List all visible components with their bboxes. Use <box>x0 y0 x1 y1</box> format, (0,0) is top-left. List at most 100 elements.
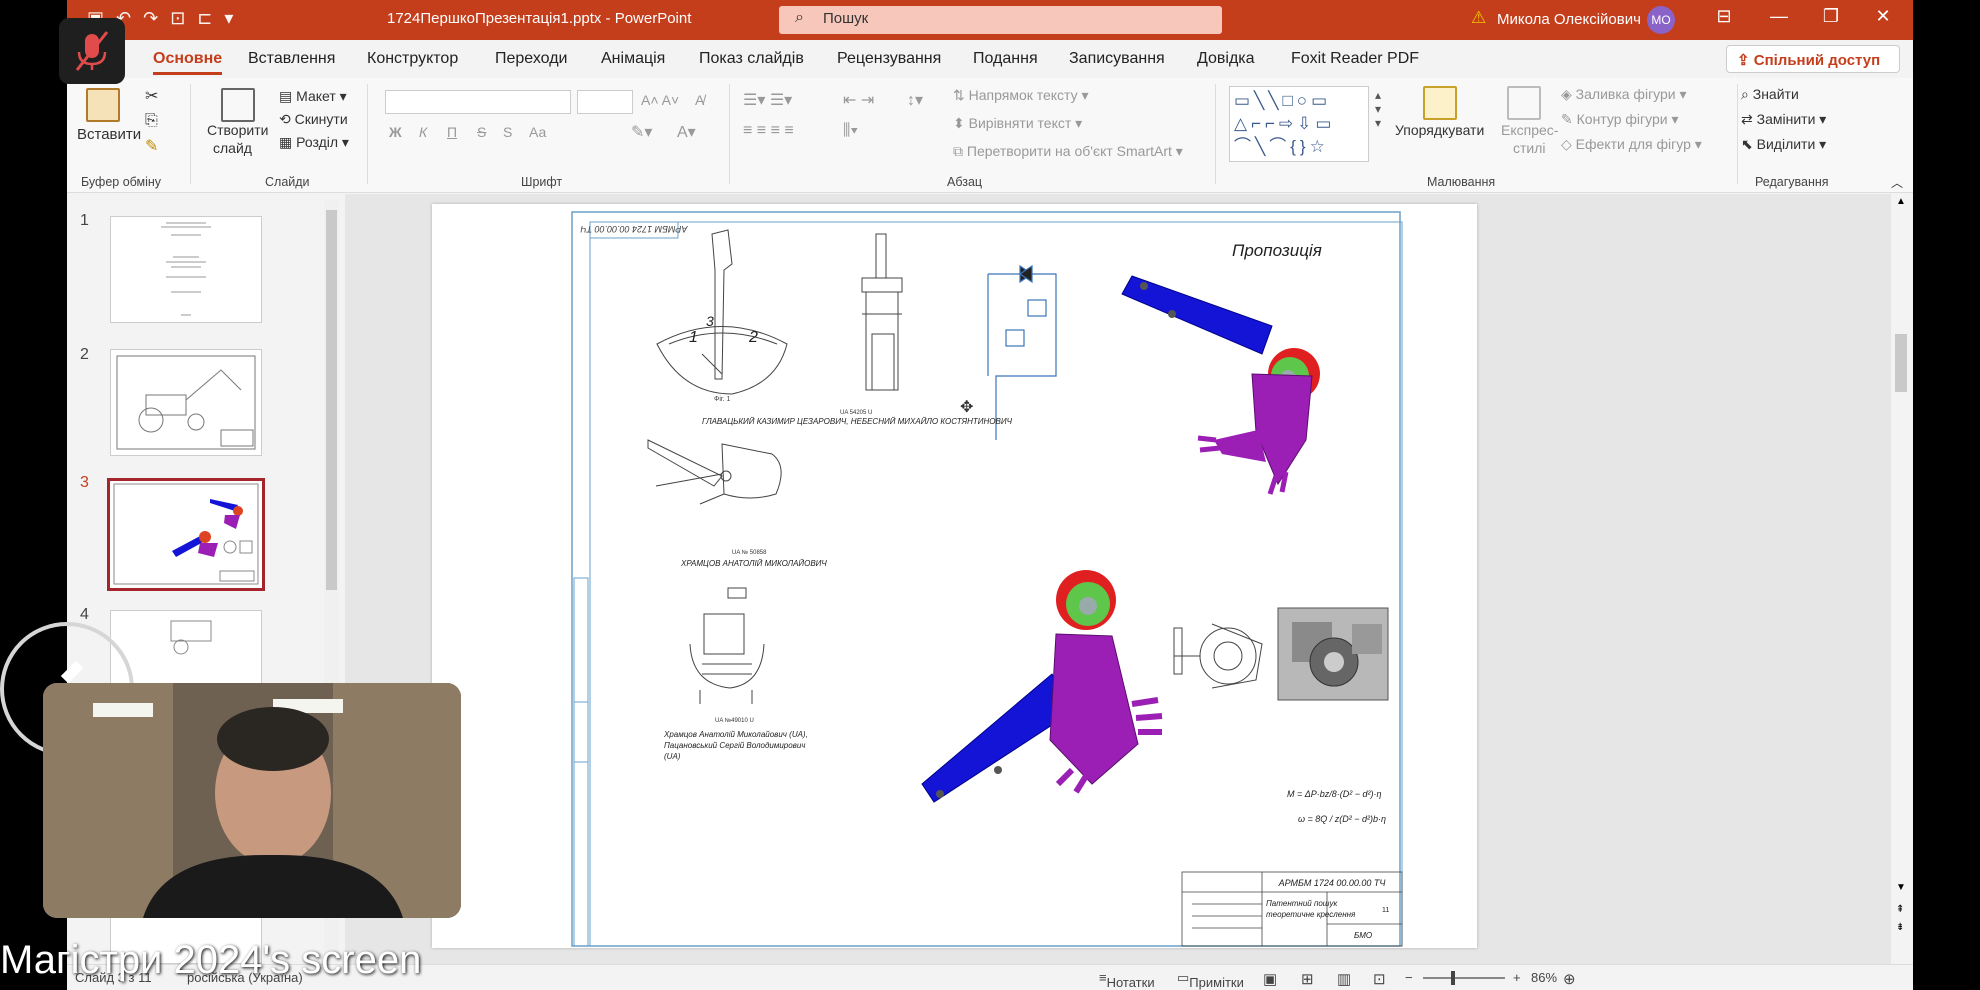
bold-button[interactable]: Ж <box>389 124 402 140</box>
bullets-icon[interactable]: ☰▾ ☰▾ <box>743 90 792 110</box>
fit-to-window-icon[interactable]: ⊕ <box>1563 970 1576 988</box>
tab-view[interactable]: Подання <box>973 50 1038 68</box>
quick-styles-line1[interactable]: Експрес- <box>1501 122 1558 138</box>
smartart-button[interactable]: ⧉ Перетворити на об'єкт SmartArt ▾ <box>953 143 1183 160</box>
shadow-icon[interactable]: S <box>503 124 512 140</box>
warning-icon[interactable]: ⚠ <box>1471 8 1486 28</box>
line-spacing-icon[interactable]: ↕▾ <box>907 90 923 110</box>
open-folder-icon[interactable]: ⊏ <box>197 8 212 29</box>
tab-foxit[interactable]: Foxit Reader PDF <box>1291 50 1419 68</box>
redo-icon[interactable]: ↷ <box>143 8 158 29</box>
align-icon[interactable]: ≡ ≡ ≡ ≡ <box>743 122 794 140</box>
change-case-button[interactable]: Аа <box>529 124 546 140</box>
shapes-scroll-icon[interactable]: ▴ ▾ ▾ <box>1375 88 1381 130</box>
next-slide-icon[interactable]: ⇟ <box>1896 922 1904 933</box>
align-text-button[interactable]: ⬍ Вирівняти текст ▾ <box>953 115 1082 132</box>
copy-icon[interactable]: ⎘ <box>145 112 158 130</box>
titleblock-org: БМО <box>1354 931 1372 940</box>
section-button[interactable]: ▦ Розділ ▾ <box>279 134 349 151</box>
tab-insert[interactable]: Вставлення <box>248 50 335 68</box>
participant-video[interactable] <box>43 683 461 918</box>
comments-button[interactable]: ▭ Примітки <box>1177 970 1244 990</box>
scroll-down-icon[interactable]: ▼ <box>1896 882 1906 893</box>
shape-effects-label: Ефекти для фігур <box>1575 136 1691 152</box>
font-name-input[interactable] <box>385 90 571 114</box>
patent3-number: UA №49010 U <box>715 717 754 724</box>
font-color-icon[interactable]: A▾ <box>677 122 696 142</box>
underline-button[interactable]: П <box>447 124 457 140</box>
text-direction-button[interactable]: ⇅ Напрямок тексту ▾ <box>953 87 1089 104</box>
italic-button[interactable]: К <box>419 124 427 140</box>
thumbnail-number: 3 <box>80 474 89 491</box>
notes-button[interactable]: ≡ Нотатки <box>1099 970 1155 990</box>
cut-icon[interactable]: ✂ <box>145 86 158 106</box>
zoom-slider[interactable] <box>1423 977 1505 979</box>
editor-scrollbar[interactable]: ▲ ▼ ⇞ ⇟ <box>1892 194 1910 964</box>
search-box[interactable]: ⌕ Пошук <box>779 6 1222 34</box>
zoom-in-icon[interactable]: + <box>1513 970 1521 985</box>
user-name[interactable]: Микола Олексійович <box>1497 11 1641 28</box>
tab-review[interactable]: Рецензування <box>837 50 941 68</box>
layout-button[interactable]: ▤ Макет ▾ <box>279 88 347 105</box>
divider <box>1737 84 1738 184</box>
strikethrough-button[interactable]: S <box>477 124 486 140</box>
microphone-muted-button[interactable] <box>59 18 125 84</box>
slide-sorter-icon[interactable]: ⊞ <box>1301 970 1314 988</box>
format-painter-icon[interactable]: ✎ <box>145 136 158 156</box>
layout-icon: ▤ <box>279 88 293 104</box>
shape-outline-label: Контур фігури <box>1576 111 1668 127</box>
clipboard-group-label: Буфер обміну <box>81 175 162 189</box>
scrollbar-thumb[interactable] <box>1895 334 1907 392</box>
reading-view-icon[interactable]: ▥ <box>1337 970 1351 988</box>
shape-outline-button[interactable]: ✎ Контур фігури ▾ <box>1561 111 1679 128</box>
previous-slide-icon[interactable]: ⇞ <box>1896 904 1904 915</box>
new-slide-line1[interactable]: Створити <box>207 122 268 138</box>
avatar[interactable]: МО <box>1647 6 1675 34</box>
zoom-slider-handle[interactable] <box>1451 971 1455 985</box>
grow-font-icon[interactable]: A˄ A˅ <box>641 92 679 108</box>
normal-view-icon[interactable]: ▣ <box>1263 970 1277 988</box>
zoom-out-icon[interactable]: − <box>1405 970 1413 985</box>
ribbon-display-icon[interactable]: ⊟ <box>1709 6 1739 27</box>
indent-icon[interactable]: ⇤ ⇥ <box>843 90 874 110</box>
tab-slideshow[interactable]: Показ слайдів <box>699 50 804 68</box>
share-button[interactable]: ⇪ Спільний доступ <box>1726 45 1900 73</box>
slideshow-view-icon[interactable]: ⊡ <box>1373 970 1386 988</box>
tab-record[interactable]: Записування <box>1069 50 1165 68</box>
slide-thumbnail-1[interactable] <box>110 216 262 323</box>
tab-animations[interactable]: Анімація <box>601 50 665 68</box>
restore-icon[interactable]: ❐ <box>1816 6 1846 27</box>
slide-thumbnail-2[interactable] <box>110 349 262 456</box>
new-slide-line2[interactable]: слайд <box>213 140 252 156</box>
close-icon[interactable]: ✕ <box>1868 6 1898 27</box>
clear-format-icon[interactable]: A̸ <box>695 92 704 108</box>
scroll-up-icon[interactable]: ▲ <box>1896 196 1906 207</box>
find-button[interactable]: ⌕ Знайти <box>1741 86 1799 103</box>
scrollbar-thumb[interactable] <box>326 210 337 590</box>
tab-help[interactable]: Довідка <box>1197 50 1255 68</box>
present-icon[interactable]: ⊡ <box>170 8 185 29</box>
select-button[interactable]: ⬉ Виділити ▾ <box>1741 136 1826 153</box>
font-size-input[interactable] <box>577 90 633 114</box>
slide-thumbnail-3[interactable] <box>107 478 265 591</box>
reset-button[interactable]: ⟲ Скинути <box>279 111 348 128</box>
columns-icon[interactable]: ⫼▾ <box>843 122 858 140</box>
highlight-icon[interactable]: ✎▾ <box>631 122 652 142</box>
replace-button[interactable]: ⇄ Замінити ▾ <box>1741 111 1826 128</box>
arrange-icon <box>1423 86 1457 120</box>
arrange-button[interactable]: Упорядкувати <box>1395 122 1484 138</box>
collapse-ribbon-icon[interactable]: ︿ <box>1891 174 1903 191</box>
shape-fill-button[interactable]: ◈ Заливка фігури ▾ <box>1561 86 1687 103</box>
shapes-gallery[interactable]: ▭╲╲□○▭ △⌐⌐⇨⇩▭ ⌒╲⌒{}☆ <box>1229 86 1369 162</box>
current-slide[interactable]: АРМБМ 1724 00.00.00 ТЧ Пропозиція 1 2 3 … <box>432 204 1477 948</box>
customize-qat-icon[interactable]: ▾ <box>224 8 233 29</box>
tab-transitions[interactable]: Переходи <box>495 50 567 68</box>
tab-home[interactable]: Основне <box>153 50 223 75</box>
shape-effects-button[interactable]: ◇ Ефекти для фігур ▾ <box>1561 136 1702 153</box>
minimize-icon[interactable]: — <box>1764 6 1794 27</box>
svg-text:3: 3 <box>706 313 714 329</box>
quick-styles-line2[interactable]: стилі <box>1513 140 1546 156</box>
paste-button[interactable]: Вставити <box>77 126 141 143</box>
tab-design[interactable]: Конструктор <box>367 50 458 68</box>
zoom-level[interactable]: 86% <box>1531 970 1557 985</box>
